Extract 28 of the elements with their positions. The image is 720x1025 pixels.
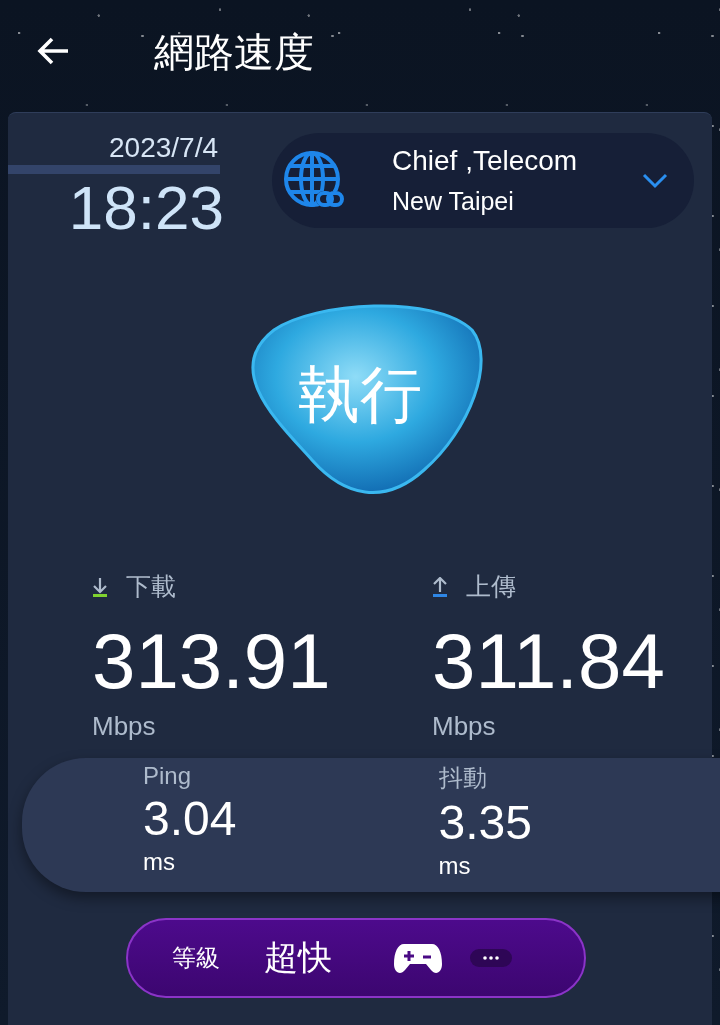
more-button[interactable]	[470, 949, 512, 967]
back-button[interactable]	[36, 36, 70, 66]
gamepad-icon	[394, 942, 442, 974]
test-time: 18:23	[68, 174, 224, 242]
speed-unit: Mbps	[432, 711, 497, 742]
back-arrow-icon	[36, 36, 70, 66]
page-title: 網路速度	[154, 28, 314, 76]
upload-arrow-icon	[432, 576, 448, 597]
provider-name: Chief ,Telecom	[392, 145, 579, 177]
more-icon	[483, 956, 499, 960]
metric-value: 3.35	[438, 795, 533, 851]
speed-value: 311.84	[432, 616, 666, 707]
metric-unit: ms	[438, 852, 472, 880]
metric-unit: ms	[143, 848, 176, 876]
metric-label: 抖動	[438, 763, 488, 793]
grade-label: 等級	[172, 943, 220, 973]
speed-value: 313.91	[92, 616, 332, 707]
chevron-down-icon	[642, 172, 668, 189]
speed-label: 上傳	[466, 571, 516, 602]
download-arrow-icon	[92, 576, 108, 597]
test-date: 2023/7/4	[109, 131, 219, 165]
metric-label: Ping	[143, 762, 193, 790]
grade-value: 超快	[264, 937, 332, 978]
location-name: New Taipei	[392, 187, 515, 216]
metric-value: 3.04	[143, 791, 238, 847]
speed-unit: Mbps	[92, 711, 157, 742]
speed-label: 下載	[126, 571, 176, 602]
network-selector[interactable]: Chief ,Telecom New Taipei	[272, 133, 694, 228]
